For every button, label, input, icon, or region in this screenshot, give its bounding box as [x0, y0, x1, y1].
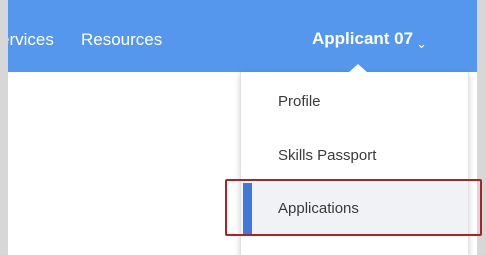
chevron-down-icon: ⌄: [416, 36, 427, 51]
top-navigation-bar: ervices Resources Applicant 07⌄: [8, 0, 477, 72]
user-menu-label: Applicant 07: [312, 29, 414, 48]
menu-item-applications[interactable]: Applications: [241, 183, 468, 235]
menu-item-label: Profile: [278, 93, 321, 110]
page-frame: ervices Resources Applicant 07⌄ Profile …: [8, 0, 477, 255]
menu-item-profile[interactable]: Profile: [241, 76, 468, 128]
user-dropdown-menu: Profile Skills Passport Applications: [240, 64, 469, 255]
menu-item-skills-passport[interactable]: Skills Passport: [241, 130, 468, 182]
user-menu-toggle[interactable]: Applicant 07 ⌄: [312, 29, 427, 51]
menu-item-label: Skills Passport: [278, 147, 377, 164]
nav-link-services[interactable]: ervices: [8, 30, 54, 50]
active-indicator: [243, 183, 252, 235]
menu-item-label: Applications: [278, 200, 359, 217]
nav-link-resources[interactable]: Resources: [81, 30, 162, 50]
